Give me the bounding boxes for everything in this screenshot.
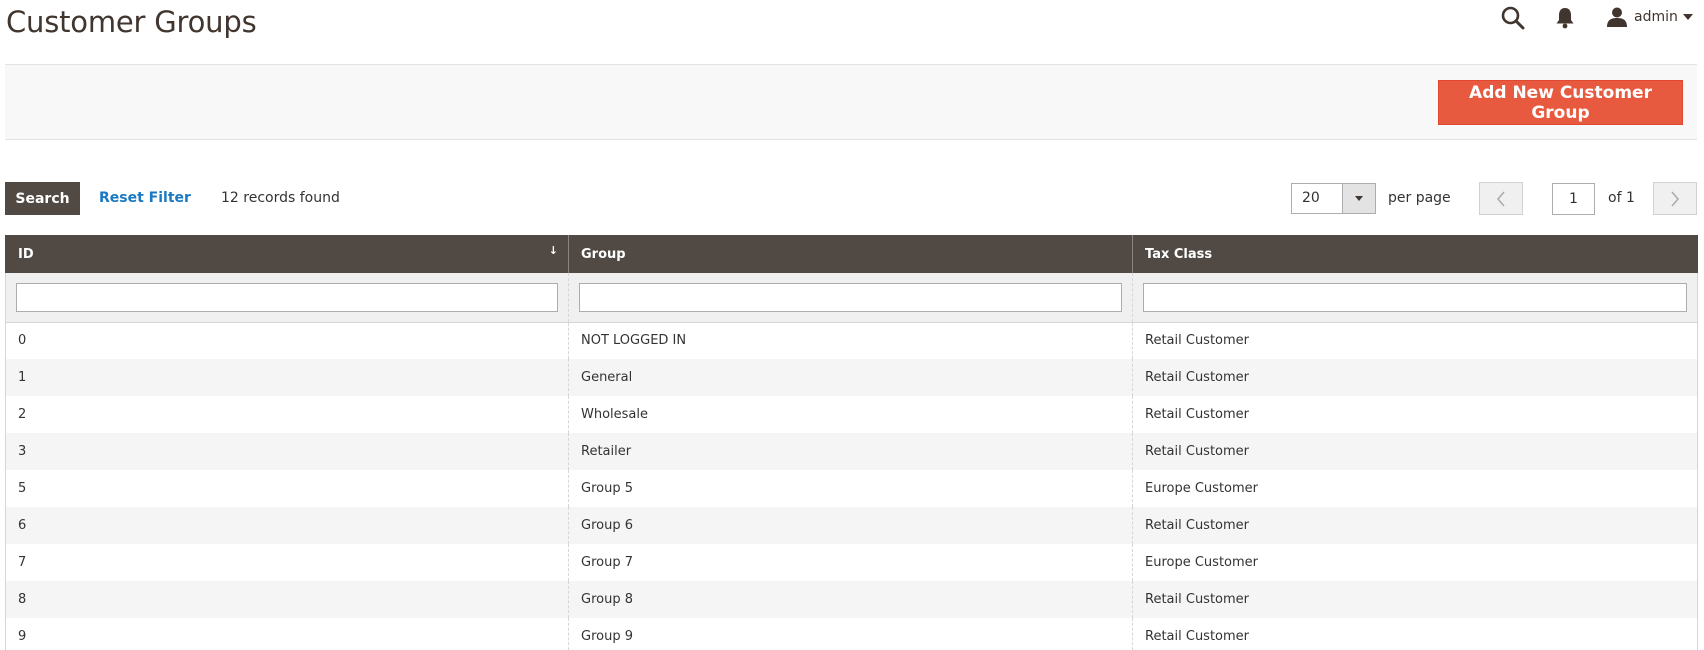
id-filter-input[interactable] (16, 282, 558, 312)
cell-id: 2 (5, 396, 569, 433)
chevron-left-icon (1496, 190, 1505, 207)
table-row[interactable]: 7 Group 7 Europe Customer (5, 544, 1698, 581)
search-button[interactable]: Search (5, 182, 80, 215)
column-header-label: Tax Class (1145, 246, 1213, 262)
cell-tax-class: Europe Customer (1132, 544, 1698, 581)
cell-id: 1 (5, 359, 569, 396)
column-header-label: Group (581, 246, 626, 262)
sort-arrow-icon: ↓ (548, 244, 558, 257)
per-page-value: 20 (1302, 190, 1320, 206)
add-new-customer-group-button[interactable]: Add New Customer Group (1438, 80, 1683, 125)
column-header-label: ID (18, 246, 34, 262)
cell-id: 6 (5, 507, 569, 544)
cell-tax-class: Retail Customer (1132, 322, 1698, 359)
tax-class-filter-input[interactable] (1143, 282, 1687, 312)
cell-tax-class: Retail Customer (1132, 359, 1698, 396)
grid-header-row: ID ↓ Group Tax Class (5, 235, 1698, 273)
grid-toolbar: Search Reset Filter 12 records found 20 … (5, 182, 1697, 216)
per-page-dropdown-button[interactable] (1342, 184, 1375, 213)
page: Customer Groups admin Add New Customer G… (0, 0, 1704, 650)
search-icon[interactable] (1500, 5, 1526, 31)
table-row[interactable]: 0 NOT LOGGED IN Retail Customer (5, 322, 1698, 359)
cell-id: 8 (5, 581, 569, 618)
cell-group: General (568, 359, 1133, 396)
user-icon (1607, 7, 1627, 27)
grid-body: 0 NOT LOGGED IN Retail Customer 1 General Ret… (5, 322, 1698, 650)
chevron-down-icon (1682, 14, 1693, 20)
cell-group: Retailer (568, 433, 1133, 470)
cell-id: 5 (5, 470, 569, 507)
cell-group: Group 9 (568, 618, 1133, 650)
chevron-down-icon (1355, 196, 1363, 201)
total-pages-label: of 1 (1608, 190, 1635, 206)
group-filter-input[interactable] (579, 282, 1122, 312)
bell-icon[interactable] (1554, 6, 1576, 30)
cell-group: Group 7 (568, 544, 1133, 581)
previous-page-button[interactable] (1479, 182, 1523, 215)
table-row[interactable]: 6 Group 6 Retail Customer (5, 507, 1698, 544)
chevron-right-icon (1671, 190, 1680, 207)
cell-tax-class: Retail Customer (1132, 618, 1698, 650)
table-row[interactable]: 9 Group 9 Retail Customer (5, 618, 1698, 650)
cell-id: 9 (5, 618, 569, 650)
current-page-input[interactable] (1552, 183, 1595, 215)
cell-tax-class: Retail Customer (1132, 433, 1698, 470)
cell-id: 3 (5, 433, 569, 470)
column-header-tax-class[interactable]: Tax Class (1132, 235, 1698, 273)
cell-group: Wholesale (568, 396, 1133, 433)
table-row[interactable]: 3 Retailer Retail Customer (5, 433, 1698, 470)
next-page-button[interactable] (1653, 182, 1697, 215)
page-title: Customer Groups (6, 5, 257, 39)
cell-id: 7 (5, 544, 569, 581)
cell-tax-class: Retail Customer (1132, 507, 1698, 544)
column-header-id[interactable]: ID ↓ (5, 235, 569, 273)
filter-row (5, 273, 1698, 323)
customer-groups-grid: ID ↓ Group Tax Class 0 NOT LOGGED IN Retai… (5, 235, 1698, 650)
table-row[interactable]: 5 Group 5 Europe Customer (5, 470, 1698, 507)
cell-tax-class: Retail Customer (1132, 581, 1698, 618)
page-actions-bar: Add New Customer Group (5, 64, 1697, 140)
cell-group: Group 5 (568, 470, 1133, 507)
cell-id: 0 (5, 322, 569, 359)
table-row[interactable]: 1 General Retail Customer (5, 359, 1698, 396)
records-count: 12 records found (221, 190, 340, 206)
table-row[interactable]: 2 Wholesale Retail Customer (5, 396, 1698, 433)
user-menu[interactable]: admin (1606, 4, 1693, 30)
per-page-select[interactable]: 20 (1291, 183, 1376, 214)
cell-group: Group 6 (568, 507, 1133, 544)
cell-group: Group 8 (568, 581, 1133, 618)
cell-tax-class: Retail Customer (1132, 396, 1698, 433)
table-row[interactable]: 8 Group 8 Retail Customer (5, 581, 1698, 618)
cell-tax-class: Europe Customer (1132, 470, 1698, 507)
column-header-group[interactable]: Group (568, 235, 1133, 273)
reset-filter-link[interactable]: Reset Filter (99, 190, 191, 206)
per-page-label: per page (1388, 190, 1451, 206)
user-name: admin (1634, 9, 1678, 25)
cell-group: NOT LOGGED IN (568, 322, 1133, 359)
